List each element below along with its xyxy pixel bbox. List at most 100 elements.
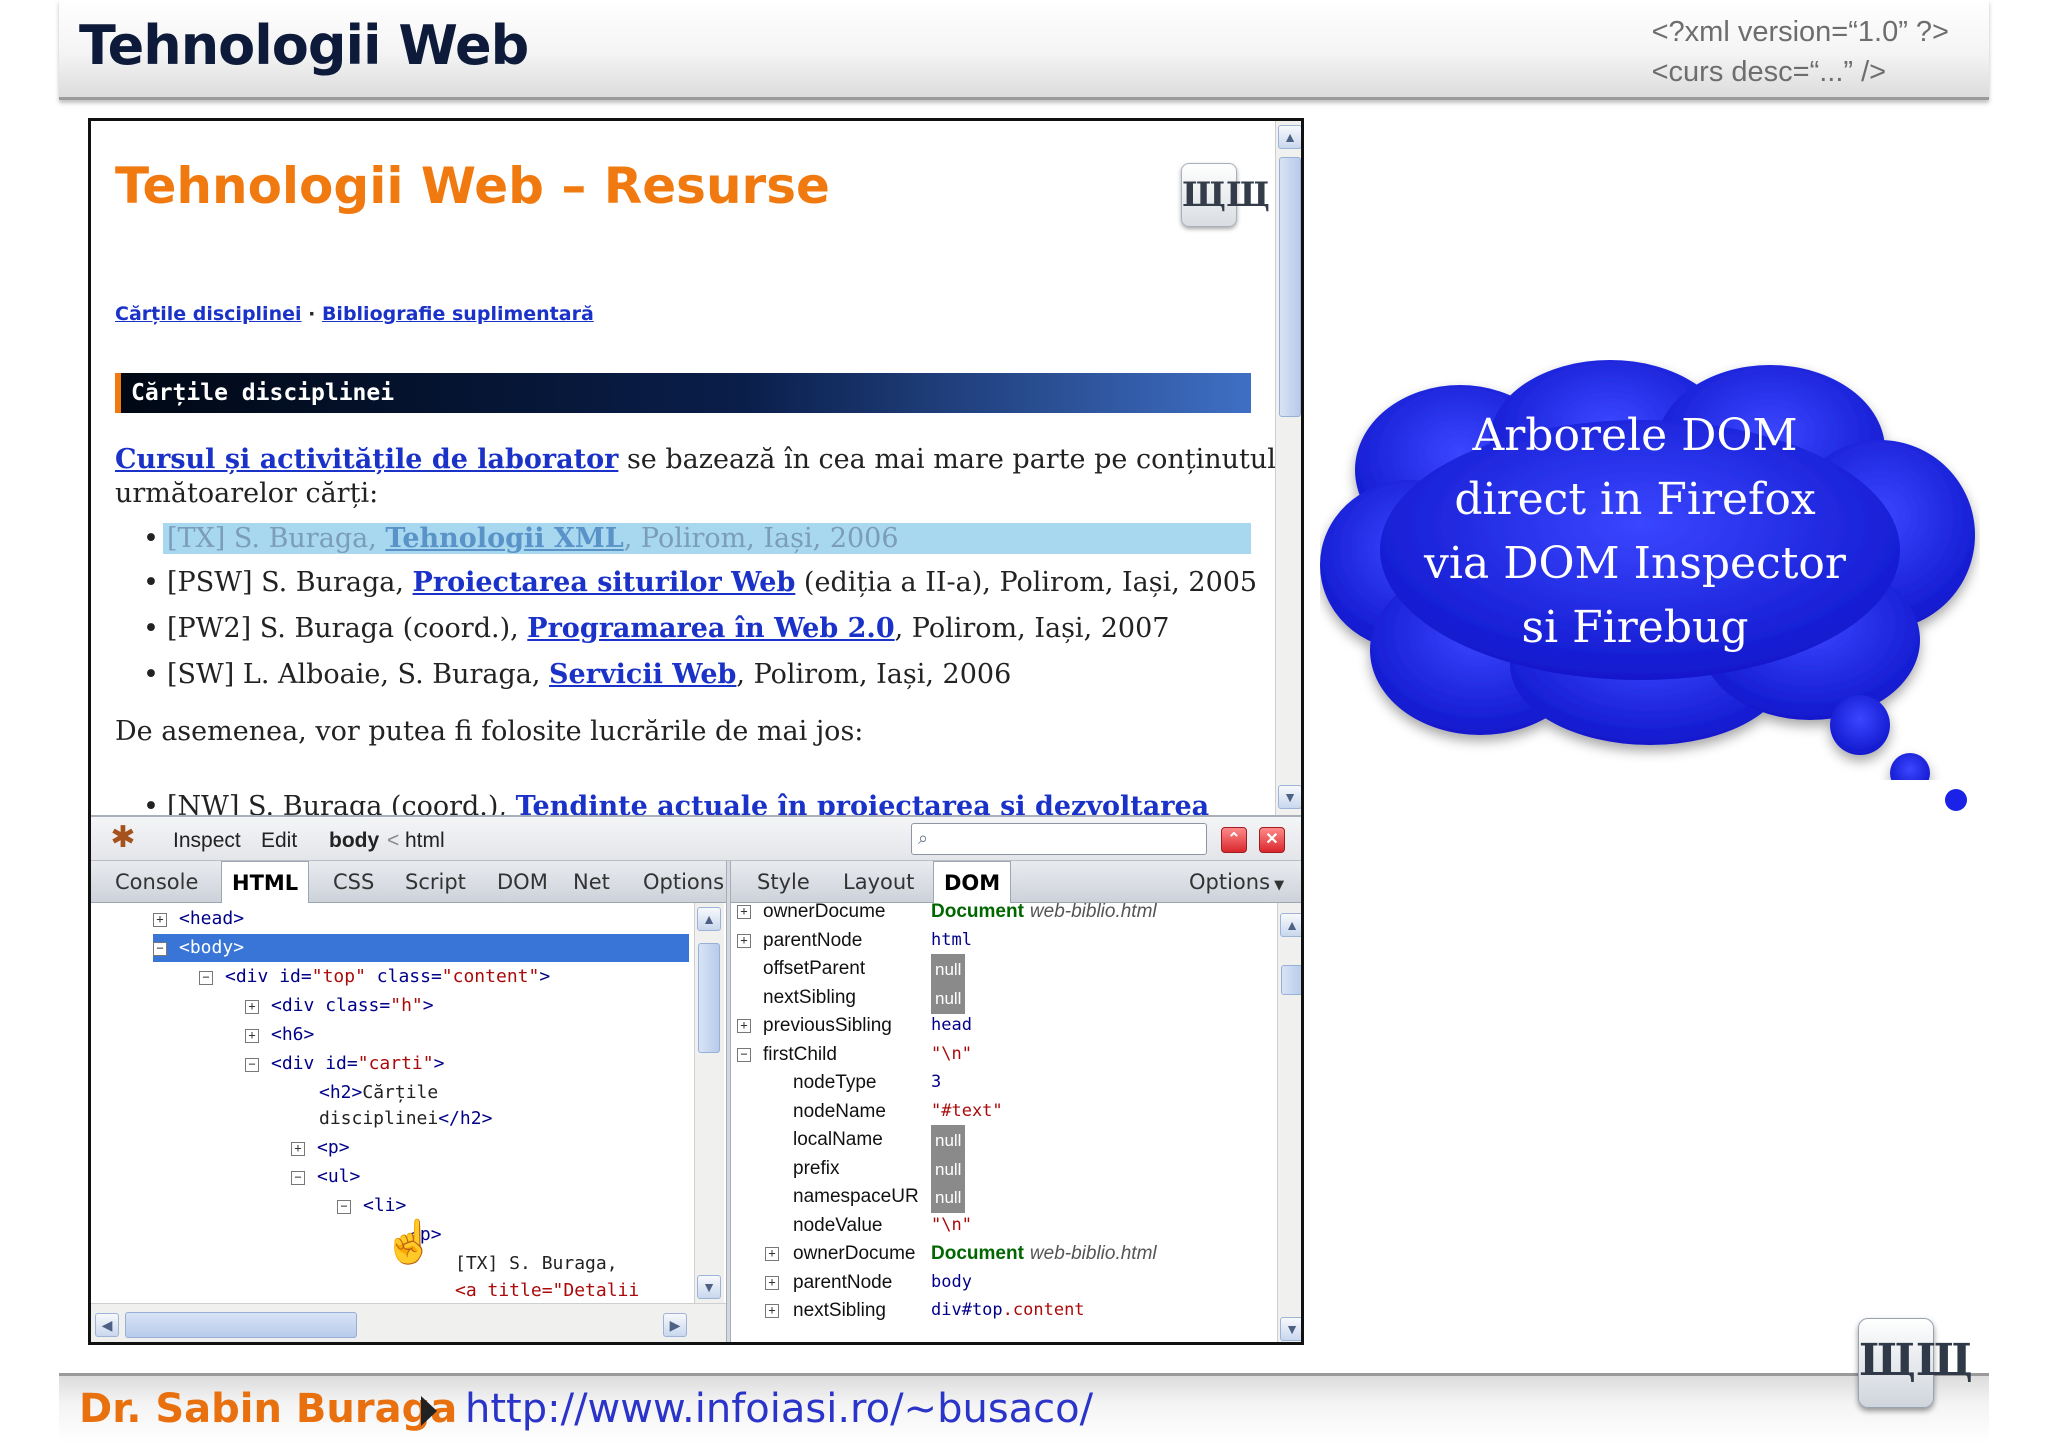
tab-script[interactable]: Script: [395, 861, 476, 903]
tag-name: h6: [281, 1024, 304, 1045]
property-value: head: [931, 1011, 972, 1040]
tree-node[interactable]: + <head>: [153, 905, 244, 933]
scroll-up-icon[interactable]: ▲: [1278, 125, 1301, 149]
breadcrumb-html[interactable]: html: [405, 829, 445, 853]
book-link[interactable]: Tendințe actuale în proiectarea și dezvo…: [516, 791, 1210, 815]
link-bibliografie[interactable]: Bibliografie suplimentară: [322, 303, 594, 325]
author-url[interactable]: http://www.infoiasi.ro/~busaco/: [465, 1386, 1093, 1432]
tree-node-text: disciplinei</h2>: [319, 1105, 492, 1133]
page-scrollbar[interactable]: ▲ ▼: [1275, 121, 1301, 815]
tag-name: div: [281, 995, 315, 1016]
firebug-icon[interactable]: ✱: [103, 821, 143, 855]
expand-icon[interactable]: +: [737, 1019, 751, 1033]
tree-node[interactable]: − <li>: [337, 1192, 406, 1220]
dom-property-row[interactable]: + parentNode body: [731, 1268, 1277, 1297]
expand-icon[interactable]: +: [291, 1142, 305, 1156]
dom-property-row[interactable]: namespaceUR null: [731, 1182, 1277, 1213]
options-dropdown[interactable]: Options ▼: [1179, 861, 1294, 903]
dom-property-row[interactable]: localName null: [731, 1125, 1277, 1156]
tab-net[interactable]: Net: [563, 861, 620, 903]
book-link[interactable]: Proiectarea siturilor Web: [413, 567, 796, 598]
tab-options[interactable]: Options: [633, 861, 726, 903]
tab-html[interactable]: HTML: [221, 861, 310, 903]
minimize-icon[interactable]: ⌃: [1221, 827, 1247, 853]
collapse-icon[interactable]: −: [737, 1047, 751, 1062]
tag-name: p: [327, 1137, 339, 1158]
dom-property-row[interactable]: + ownerDocume Document web-biblio.html: [731, 1239, 1277, 1268]
scroll-left-icon[interactable]: ◀: [95, 1313, 119, 1337]
intro-link[interactable]: Cursul și activitățile de laborator: [115, 444, 618, 475]
dom-property-row[interactable]: + previousSibling head: [731, 1011, 1277, 1040]
collapse-icon[interactable]: −: [291, 1171, 305, 1185]
property-value-text: null: [935, 988, 962, 1008]
scroll-thumb[interactable]: [1281, 965, 1301, 995]
edit-button[interactable]: Edit: [261, 829, 297, 853]
tree-node[interactable]: <h2>Cărțile: [319, 1079, 438, 1107]
book-suffix: (ediția a II-a), Polirom, Iași, 2005: [795, 567, 1258, 598]
scroll-up-icon[interactable]: ▲: [1280, 913, 1301, 937]
tab-style[interactable]: Style: [747, 861, 820, 903]
expand-icon[interactable]: +: [765, 1247, 779, 1261]
dom-property-row[interactable]: nodeName "#text": [731, 1097, 1277, 1126]
scroll-thumb[interactable]: [1279, 157, 1301, 417]
scroll-down-icon[interactable]: ▼: [1280, 1317, 1301, 1341]
dom-property-row[interactable]: + parentNode html: [731, 926, 1277, 955]
expand-icon[interactable]: +: [245, 1000, 259, 1014]
book-link[interactable]: Tehnologii XML: [385, 523, 623, 554]
collapse-icon[interactable]: −: [153, 942, 167, 956]
scroll-down-icon[interactable]: ▼: [697, 1275, 721, 1299]
scroll-down-icon[interactable]: ▼: [1278, 785, 1301, 809]
collapse-icon[interactable]: −: [199, 971, 213, 985]
dom-property-row[interactable]: + nextSibling div#top.content: [731, 1296, 1277, 1325]
scroll-thumb[interactable]: [125, 1312, 357, 1338]
tag-name: li: [373, 1195, 396, 1216]
inspect-button[interactable]: Inspect: [173, 829, 241, 853]
expand-icon[interactable]: +: [765, 1275, 779, 1290]
dom-property-row[interactable]: nodeType 3: [731, 1068, 1277, 1097]
close-icon[interactable]: ✕: [1259, 827, 1285, 853]
search-input[interactable]: ⌕: [911, 823, 1207, 855]
tab-dom-side[interactable]: DOM: [933, 861, 1012, 903]
collapse-icon[interactable]: −: [337, 1200, 351, 1214]
dom-property-row[interactable]: − firstChild "\n": [731, 1040, 1277, 1069]
tree-node-selected[interactable]: − <body>: [153, 934, 689, 962]
dom-property-row[interactable]: nodeValue "\n": [731, 1211, 1277, 1240]
tree-node[interactable]: + <div class="h">: [245, 992, 434, 1020]
tree-node[interactable]: + <p>: [291, 1134, 350, 1162]
dom-scrollbar[interactable]: ▲ ▼: [1277, 903, 1301, 1342]
tree-node[interactable]: − <div id="carti">: [245, 1050, 444, 1078]
also-paragraph: De asemenea, vor putea fi folosite lucră…: [115, 716, 864, 747]
scroll-thumb[interactable]: [698, 943, 720, 1053]
property-value: body: [931, 1268, 972, 1297]
book-item: • [SW] L. Alboaie, S. Buraga, Servicii We…: [143, 659, 1011, 690]
tab-css[interactable]: CSS: [323, 861, 384, 903]
book-link[interactable]: Servicii Web: [549, 659, 736, 690]
expand-icon[interactable]: +: [153, 913, 167, 927]
tab-layout[interactable]: Layout: [833, 861, 924, 903]
collapse-icon[interactable]: −: [245, 1058, 259, 1072]
bullet-icon: •: [143, 613, 159, 644]
scroll-up-icon[interactable]: ▲: [697, 907, 721, 931]
dom-property-row[interactable]: offsetParent null: [731, 954, 1277, 985]
dom-property-row[interactable]: prefix null: [731, 1153, 1277, 1185]
intro-paragraph-line2: următoarelor cărți:: [115, 478, 379, 509]
tree-hscrollbar[interactable]: ◀ ▶: [91, 1303, 726, 1342]
breadcrumb-body[interactable]: body: [329, 829, 379, 853]
tab-dom[interactable]: DOM: [487, 861, 558, 903]
book-link[interactable]: Programarea în Web 2.0: [527, 613, 894, 644]
tree-node[interactable]: − <ul>: [291, 1163, 360, 1191]
dom-property-row[interactable]: nextSibling null: [731, 982, 1277, 1014]
property-value: html: [931, 926, 972, 955]
link-carti-disciplinei[interactable]: Cărțile disciplinei: [115, 303, 302, 325]
tab-console[interactable]: Console: [105, 861, 208, 903]
tree-node[interactable]: − <div id="top" class="content">: [199, 963, 550, 991]
dom-property-row[interactable]: + ownerDocume Document web-biblio.html: [731, 903, 1277, 926]
scroll-right-icon[interactable]: ▶: [663, 1313, 687, 1337]
tree-node-text: <a title="Detalii: [455, 1277, 639, 1303]
expand-icon[interactable]: +: [737, 905, 751, 919]
tree-scrollbar[interactable]: ▲ ▼: [694, 903, 724, 1303]
tree-node[interactable]: + <h6>: [245, 1021, 314, 1049]
expand-icon[interactable]: +: [765, 1304, 779, 1318]
expand-icon[interactable]: +: [245, 1029, 259, 1043]
expand-icon[interactable]: +: [737, 933, 751, 948]
